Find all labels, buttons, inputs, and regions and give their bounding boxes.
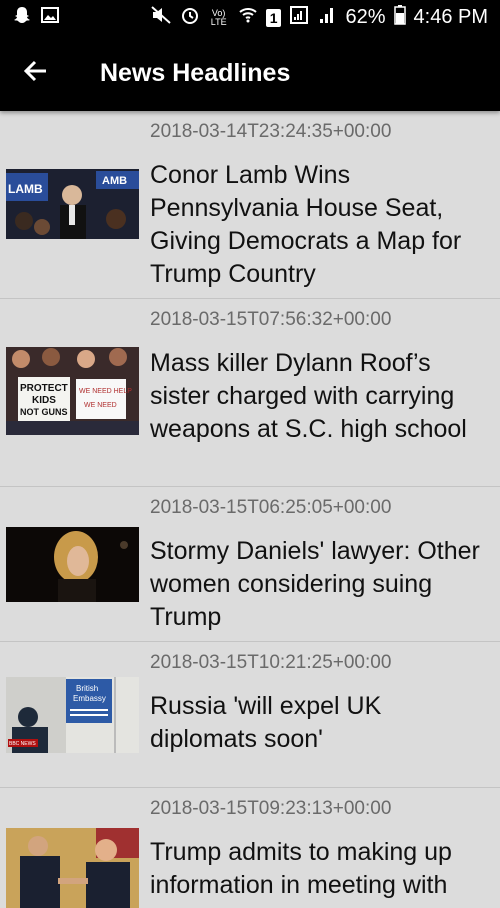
thumb-sign-text: PROTECT [20,383,68,394]
article-date: 2018-03-15T10:21:25+00:00 [150,652,392,673]
article-headline[interactable]: Trump admits to making up information in… [150,836,495,902]
thumb-sign-text-2: AMB [102,175,127,187]
article-headline[interactable]: Conor Lamb Wins Pennsylvania House Seat,… [150,159,495,291]
list-item[interactable]: 2018-03-14T23:24:35+00:00 LAMB AMB Conor… [0,111,500,299]
app-bar: News Headlines [0,35,500,111]
article-thumbnail [6,828,139,908]
wifi-icon [238,5,258,31]
article-date: 2018-03-15T06:25:05+00:00 [150,497,392,518]
status-bar: Vo) LTE 1 62% 4:46 PM [0,0,500,35]
arrow-left-icon [22,58,48,89]
article-headline[interactable]: Russia 'will expel UK diplomats soon' [150,690,495,756]
article-date: 2018-03-15T09:23:13+00:00 [150,798,392,819]
battery-icon [393,4,406,31]
back-button[interactable] [0,35,70,111]
article-thumbnail: LAMB AMB [6,169,139,239]
article-headline[interactable]: Stormy Daniels' lawyer: Other women cons… [150,535,495,634]
mute-icon [150,5,172,31]
article-thumbnail: British Embassy BBC NEWS [6,677,139,753]
battery-percent: 62% [345,6,386,28]
article-date: 2018-03-14T23:24:35+00:00 [150,121,392,142]
list-item[interactable]: 2018-03-15T07:56:32+00:00 PROTECT KIDS N… [0,299,500,487]
thumb-sign-text-2: KIDS [32,395,56,406]
list-item[interactable]: 2018-03-15T06:25:05+00:00 Stormy Daniels… [0,487,500,642]
thumb-sign-text-4: WE NEED HELP [79,388,132,395]
thumb-sign-text-3: NOT GUNS [20,407,68,417]
thumb-sign-text-5: WE NEED [84,402,117,409]
alarm-icon [180,5,200,31]
article-headline[interactable]: Mass killer Dylann Roof’s sister charged… [150,347,495,446]
list-item[interactable]: 2018-03-15T10:21:25+00:00 British Embass… [0,642,500,788]
image-icon [40,5,60,31]
signal-sim2-icon [317,5,337,31]
page-title: News Headlines [100,58,291,87]
thumb-sign-text-2: Embassy [73,694,106,703]
article-thumbnail: PROTECT KIDS NOT GUNS WE NEED HELP WE NE… [6,347,139,435]
sim-1-badge: 1 [265,8,282,27]
signal-sim1-icon [289,5,309,31]
article-thumbnail [6,527,139,602]
thumb-sign-text: LAMB [8,182,43,196]
article-date: 2018-03-15T07:56:32+00:00 [150,309,392,330]
thumb-sign-text: British [76,684,98,693]
list-item[interactable]: 2018-03-15T09:23:13+00:00 Trump admits t… [0,788,500,908]
thumb-logo-text: BBC NEWS [9,741,36,747]
snapchat-icon [12,5,32,31]
clock-time: 4:46 PM [413,6,488,28]
headline-list[interactable]: 2018-03-14T23:24:35+00:00 LAMB AMB Conor… [0,111,500,908]
volte-icon: Vo) LTE [210,7,227,27]
